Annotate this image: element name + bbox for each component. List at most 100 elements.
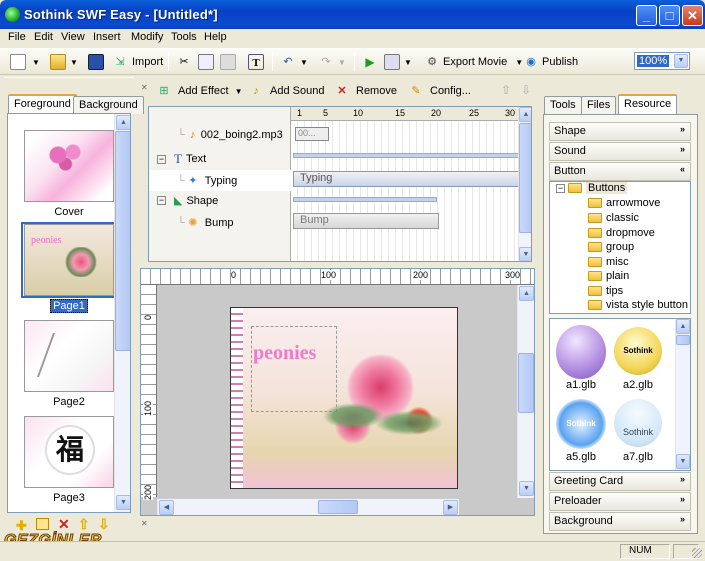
glb-a1-preview[interactable] [556, 325, 606, 379]
track-text[interactable]: − T Text [157, 151, 206, 167]
scroll-down-icon[interactable]: ▼ [519, 247, 531, 261]
move-up-arrow-icon[interactable]: ⇧ [501, 83, 511, 97]
glb-a7-preview[interactable]: Sothink [614, 399, 662, 447]
scroll-right-icon[interactable]: ▶ [443, 500, 458, 515]
pages-scrollbar[interactable]: ▲ ▼ [114, 114, 130, 512]
tab-tools[interactable]: Tools [544, 96, 582, 114]
save-button[interactable] [88, 52, 104, 72]
page-thumbnail-page3[interactable]: 福 [24, 416, 114, 488]
scroll-thumb[interactable] [518, 353, 534, 413]
undo-button[interactable]: ↶ ▼ [280, 52, 308, 72]
move-down-arrow-icon[interactable]: ⇩ [521, 83, 531, 97]
stage-canvas[interactable]: peonies [230, 307, 458, 489]
copy-button[interactable] [198, 52, 214, 72]
import-button[interactable]: ⇲ Import [112, 52, 163, 72]
play-button[interactable]: ▶ [362, 52, 378, 72]
paste-button[interactable] [220, 52, 236, 72]
tree-item[interactable]: misc [588, 256, 629, 268]
menu-insert[interactable]: Insert [93, 31, 121, 43]
preview-button[interactable]: ▼ [384, 52, 412, 72]
title-bar[interactable]: Sothink SWF Easy - [Untitled*] _ □ ✕ [0, 0, 705, 29]
tab-background[interactable]: Background [73, 96, 144, 114]
track-bump[interactable]: └ ✺ Bump [177, 215, 234, 231]
section-sound[interactable]: Sound» [549, 142, 691, 161]
menu-view[interactable]: View [61, 31, 85, 43]
new-button[interactable]: ▼ [10, 52, 40, 72]
section-button[interactable]: Button « [549, 162, 691, 181]
scroll-down-icon[interactable]: ▼ [116, 495, 130, 510]
config-button[interactable]: ✎ Config... [408, 81, 471, 101]
timeline-scrollbar[interactable]: ▲ ▼ [518, 107, 531, 261]
sound-bar[interactable]: 00... [295, 127, 329, 141]
tab-files[interactable]: Files [581, 96, 617, 114]
tree-item[interactable]: plain [588, 270, 629, 282]
glb-a2-preview[interactable]: Sothink [614, 327, 662, 375]
stage-v-scrollbar[interactable]: ▲ ▼ [517, 285, 534, 498]
minimize-button[interactable]: _ [636, 5, 657, 26]
publish-button[interactable]: ◉ Publish [523, 52, 578, 72]
page-thumbnail-page1[interactable]: peonies [24, 224, 114, 296]
splitter-close-icon[interactable]: ✕ [141, 83, 148, 92]
add-effect-button[interactable]: ⊞ Add Effect ▼ [156, 81, 242, 101]
bump-effect-bar[interactable]: Bump [293, 213, 439, 229]
scroll-thumb[interactable] [318, 500, 358, 514]
insert-page-icon[interactable] [36, 518, 49, 530]
tree-item[interactable]: dropmove [588, 227, 655, 239]
menu-modify[interactable]: Modify [131, 31, 163, 43]
maximize-button[interactable]: □ [659, 5, 680, 26]
track-typing[interactable]: └ ✦ Typing [177, 173, 237, 189]
export-movie-button[interactable]: ⚙ Export Movie ▼ [424, 52, 523, 72]
tree-item[interactable]: vista style button [588, 299, 688, 311]
open-button[interactable]: ▼ [50, 52, 78, 72]
tree-item[interactable]: classic [588, 212, 639, 224]
close-button[interactable]: ✕ [682, 5, 703, 26]
scroll-up-icon[interactable]: ▲ [519, 107, 531, 122]
menu-help[interactable]: Help [204, 31, 227, 43]
track-shape[interactable]: − ◣ Shape [157, 194, 218, 207]
scroll-thumb[interactable] [676, 335, 690, 345]
tree-item[interactable]: group [588, 241, 634, 253]
button-tree: − Buttons arrowmove classic dropmove grou… [549, 181, 691, 314]
track-sound[interactable]: └ ♪ 002_boing2.mp3 [177, 127, 283, 143]
remove-button[interactable]: ✕ Remove [334, 81, 397, 101]
tree-root[interactable]: − Buttons [556, 182, 628, 194]
tree-item[interactable]: arrowmove [588, 197, 660, 209]
tab-foreground[interactable]: Foreground [8, 94, 77, 114]
menu-edit[interactable]: Edit [34, 31, 53, 43]
add-sound-button[interactable]: ♪ Add Sound [248, 81, 324, 101]
delete-page-icon[interactable]: ✕ [58, 516, 70, 533]
scroll-up-icon[interactable]: ▲ [116, 115, 130, 130]
redo-button[interactable]: ↷ ▼ [318, 52, 346, 72]
scroll-up-icon[interactable]: ▲ [519, 286, 534, 301]
tree-item[interactable]: tips [588, 285, 623, 297]
typing-effect-bar[interactable]: Typing [293, 171, 519, 187]
section-shape[interactable]: Shape» [549, 122, 691, 141]
scroll-thumb[interactable] [115, 131, 130, 351]
cut-button[interactable]: ✂ [176, 52, 192, 72]
scroll-up-icon[interactable]: ▲ [676, 319, 690, 334]
page-thumbnail-page2[interactable] [24, 320, 114, 392]
splitter-close-icon-bottom[interactable]: ✕ [141, 519, 148, 528]
glb-a5-preview[interactable]: Sothink [556, 399, 606, 449]
stage-h-scrollbar[interactable]: ◀ ▶ [157, 498, 459, 515]
chevron-down-icon[interactable]: ▼ [674, 54, 688, 68]
section-greeting-card[interactable]: Greeting Card» [549, 472, 691, 491]
section-preloader[interactable]: Preloader» [549, 492, 691, 511]
scroll-down-icon[interactable]: ▼ [519, 481, 534, 496]
tab-resource[interactable]: Resource [618, 94, 678, 114]
move-up-icon[interactable]: ⇧ [78, 516, 90, 533]
page-thumbnail-cover[interactable] [24, 130, 114, 202]
menu-tools[interactable]: Tools [171, 31, 197, 43]
move-down-icon[interactable]: ⇩ [98, 516, 110, 533]
menu-file[interactable]: File [8, 31, 26, 43]
scroll-left-icon[interactable]: ◀ [159, 500, 174, 515]
scroll-down-icon[interactable]: ▼ [676, 454, 690, 469]
resize-grip-icon[interactable] [692, 548, 702, 558]
scroll-thumb[interactable] [519, 123, 531, 233]
gallery-scrollbar[interactable]: ▲ ▼ [675, 319, 690, 470]
zoom-select[interactable]: 100% ▼ [634, 52, 690, 70]
section-background[interactable]: Background» [549, 512, 691, 531]
peonies-text[interactable]: peonies [253, 342, 316, 365]
text-icon: T [174, 151, 182, 166]
text-button[interactable]: T [248, 52, 264, 72]
